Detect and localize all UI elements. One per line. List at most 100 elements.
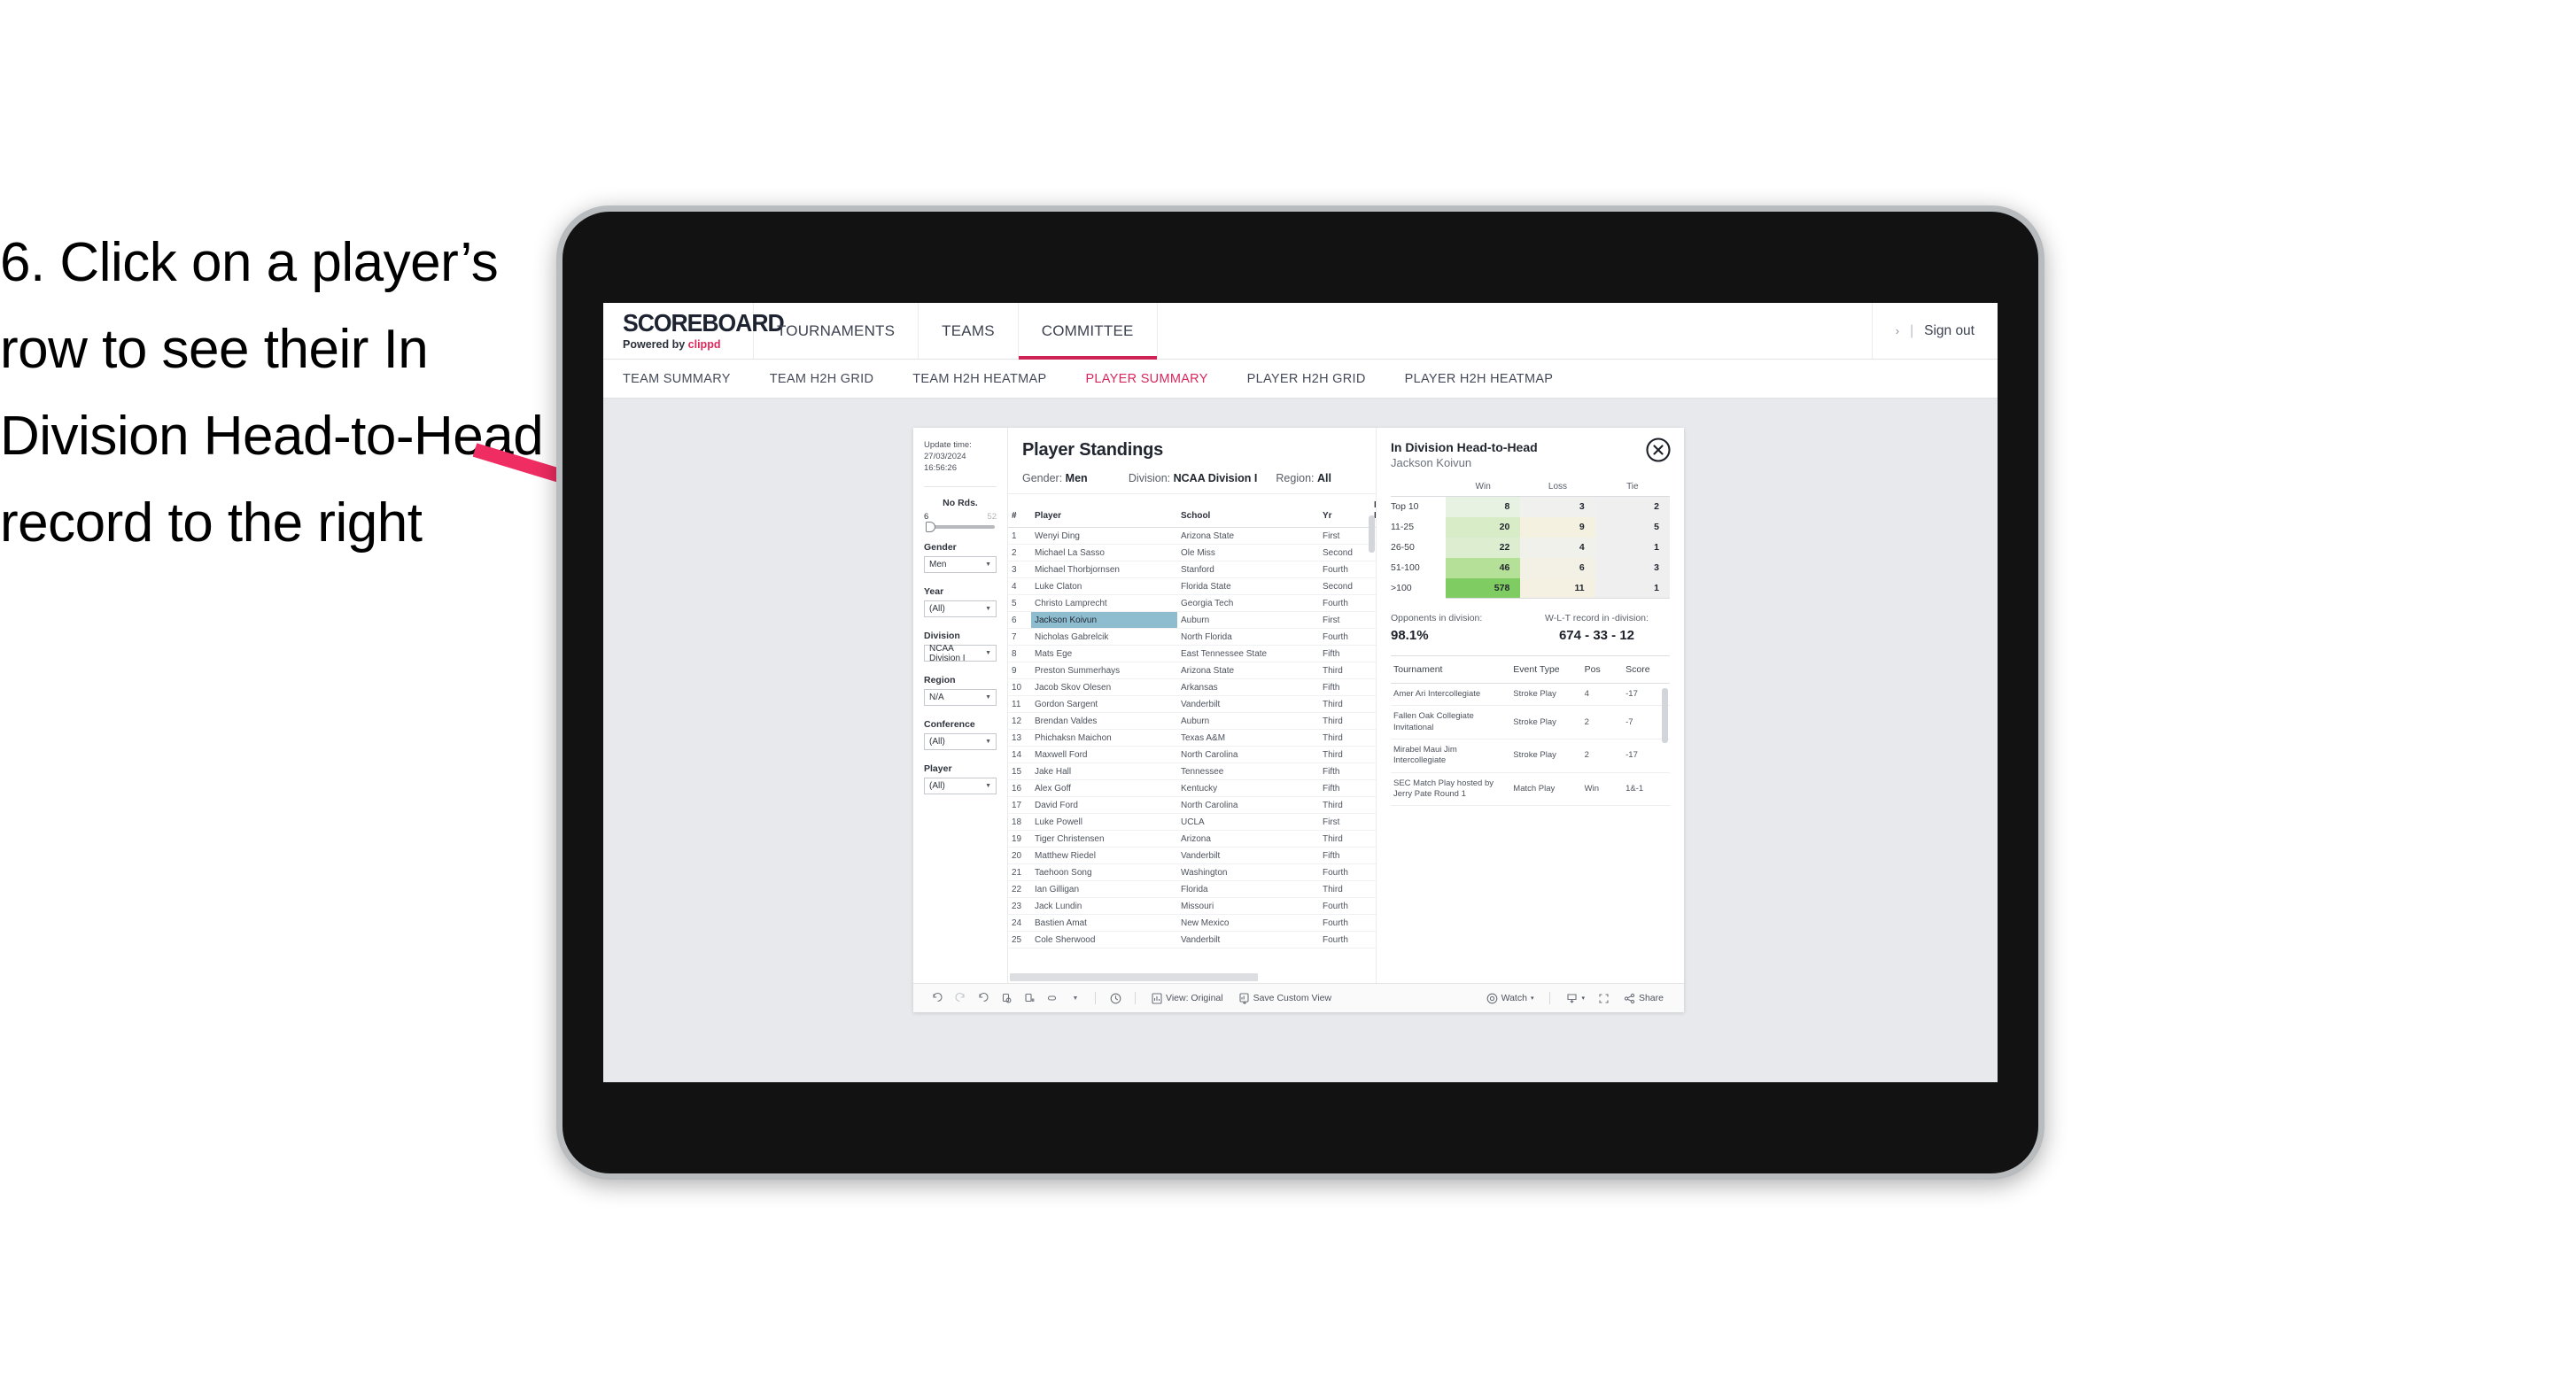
table-row[interactable]: 22Ian GilliganFloridaThird-10241 [1008, 880, 1376, 898]
fullscreen-icon[interactable] [1593, 988, 1616, 1008]
school-cell: Vanderbilt [1177, 847, 1319, 864]
tab-team-h2h-grid[interactable]: TEAM H2H GRID [770, 372, 897, 386]
highlight-icon[interactable] [1041, 988, 1064, 1008]
player-label: Player [924, 763, 952, 775]
table-row[interactable]: 5Christo LamprechtGeorgia TechFourth-221… [1008, 594, 1376, 612]
view-original-label: View: Original [1166, 993, 1223, 1003]
division-select[interactable]: NCAA Division I ▼ [924, 643, 997, 663]
year-select[interactable]: (All) ▼ [924, 600, 997, 618]
chevron-down-icon: ▼ [985, 694, 991, 701]
chevron-down-icon[interactable]: ▼ [1064, 988, 1087, 1008]
sign-out-link[interactable]: Sign out [1924, 323, 1975, 339]
nav-item-teams[interactable]: TEAMS [919, 303, 1019, 359]
tab-team-summary[interactable]: TEAM SUMMARY [623, 372, 754, 386]
h2h-table-body: Top 10 8 3 2 11-25 20 9 5 26-50 22 4 1 51-100 46 6 3 >10… [1391, 496, 1670, 599]
h2h-col-win: Win [1446, 482, 1521, 497]
h2h-bucket-label: 11-25 [1391, 516, 1446, 538]
table-row[interactable]: 8Mats EgeEast Tennessee StateFifth-1242 [1008, 645, 1376, 662]
dashboard-workspace: Update time: 27/03/2024 16:56:26 No Rds.… [603, 399, 1998, 1082]
table-row[interactable]: 20Matthew RiedelVanderbiltFifth-9230 [1008, 847, 1376, 864]
pause-updates-icon[interactable] [1018, 988, 1041, 1008]
school-cell: Arizona [1177, 830, 1319, 848]
school-cell: Ole Miss [1177, 544, 1319, 561]
table-row[interactable]: 15Jake HallTennesseeFifth-7180 [1008, 763, 1376, 780]
tablet-bezel: SCOREBOARD Powered by clippd TOURNAMENTS… [601, 245, 2000, 1140]
opponents-value: 98.1% [1391, 628, 1429, 643]
summary-region-value: All [1316, 472, 1331, 484]
table-row[interactable]: 19Tiger ChristensenArizonaThird-5232 [1008, 830, 1376, 848]
table-row[interactable]: 7Nicholas GabrelcikNorth FloridaFourth-1… [1008, 628, 1376, 646]
tournament-row[interactable]: SEC Match Play hosted by Jerry Pate Roun… [1391, 772, 1670, 807]
region-select[interactable]: N/A ▼ [924, 689, 997, 707]
score-cell: -17 [1623, 739, 1670, 773]
table-row[interactable]: 4Luke ClatonFlorida StateSecond-1272 [1008, 577, 1376, 595]
table-row[interactable]: 3Michael ThorbjornsenStanfordFourth-291 [1008, 561, 1376, 578]
col-player[interactable]: Player [1031, 494, 1177, 528]
table-row[interactable]: 16Alex GoffKentuckyFifth-8190 [1008, 779, 1376, 797]
no-rounds-slider-handle[interactable] [926, 522, 935, 533]
table-row[interactable]: 14Maxwell FordNorth CarolinaThird-3230 [1008, 746, 1376, 763]
table-row[interactable]: 10Jacob Skov OlesenArkansasFifth-3230 [1008, 678, 1376, 696]
summary-division-value: NCAA Division I [1173, 472, 1258, 484]
refresh-data-icon[interactable] [995, 988, 1018, 1008]
table-row[interactable]: 12Brendan ValdesAuburnThird-5270 [1008, 712, 1376, 730]
nav-item-tournaments[interactable]: TOURNAMENTS [754, 303, 919, 359]
rank-cell: 20 [1008, 847, 1031, 864]
tab-player-h2h-grid[interactable]: PLAYER H2H GRID [1247, 372, 1389, 386]
table-row[interactable]: 1Wenyi DingArizona StateFirst-1151 [1008, 527, 1376, 545]
col-year[interactable]: Yr [1319, 494, 1370, 528]
save-custom-view-button[interactable]: Save Custom View [1231, 992, 1340, 1004]
table-row[interactable]: 23Jack LundinMissouriFourth-11240 [1008, 897, 1376, 915]
h2h-bucket-label: >100 [1391, 577, 1446, 599]
download-button[interactable]: ▾ [1558, 993, 1593, 1004]
conference-select[interactable]: (All) ▼ [924, 733, 997, 751]
tournament-row[interactable]: Amer Ari Intercollegiate Stroke Play 4 -17 [1391, 683, 1670, 707]
standings-vertical-scrollbar[interactable] [1369, 515, 1375, 553]
tab-player-summary[interactable]: PLAYER SUMMARY [1085, 372, 1230, 386]
clock-icon[interactable] [1104, 988, 1127, 1008]
opponents-label: Opponents in division: [1391, 613, 1483, 623]
redo-icon[interactable] [949, 988, 972, 1008]
rank-cell: 2 [1008, 544, 1031, 561]
player-name-cell: Luke Powell [1031, 813, 1177, 831]
undo-icon[interactable] [926, 988, 949, 1008]
year-cell: Second [1319, 577, 1370, 595]
tournament-row[interactable]: Fallen Oak Collegiate Invitational Stroke… [1391, 705, 1670, 740]
player-name-cell: Jack Lundin [1031, 897, 1177, 915]
chevron-down-icon: ▾ [1581, 995, 1585, 1002]
revert-icon[interactable] [972, 988, 995, 1008]
tab-team-h2h-heatmap[interactable]: TEAM H2H HEATMAP [912, 372, 1069, 386]
player-select[interactable]: (All) ▼ [924, 778, 997, 795]
table-row[interactable]: 11Gordon SargentVanderbiltThird-4210 [1008, 695, 1376, 713]
watch-button[interactable]: Watch ▾ [1478, 993, 1542, 1004]
table-row[interactable]: 13Phichaksn MaichonTexas A&MThird-6301 [1008, 729, 1376, 747]
share-button[interactable]: Share [1616, 993, 1672, 1004]
tournament-scrollbar[interactable] [1662, 688, 1668, 743]
year-cell: Fourth [1319, 561, 1370, 578]
table-row[interactable]: 9Preston SummerhaysArizona StateThird-32… [1008, 662, 1376, 679]
col-school[interactable]: School [1177, 494, 1319, 528]
table-row[interactable]: 25Cole SherwoodVanderbiltFourth-12231 [1008, 931, 1376, 949]
year-cell: Fourth [1319, 594, 1370, 612]
gender-select[interactable]: Men ▼ [924, 556, 997, 574]
table-row[interactable]: 17David FordNorth CarolinaThird-4211 [1008, 796, 1376, 814]
nav-item-committee[interactable]: COMMITTEE [1018, 303, 1158, 360]
tournament-list-container[interactable]: Tournament Event Type Pos Score Amer Ari… [1391, 656, 1670, 983]
table-row[interactable]: 6Jackson KoivunAuburnFirst-2271 [1008, 611, 1376, 629]
standings-table-container[interactable]: # Player School Yr Reg Rank Conf Rank No… [1008, 493, 1376, 983]
tournament-row[interactable]: Mirabel Maui Jim Intercollegiate Stroke P… [1391, 739, 1670, 773]
no-rounds-slider[interactable] [926, 522, 995, 533]
table-row[interactable]: 2Michael La SassoOle MissSecond-1180 [1008, 544, 1376, 561]
division-value: NCAA Division I [929, 643, 966, 663]
col-rank[interactable]: # [1008, 494, 1031, 528]
tab-player-h2h-heatmap[interactable]: PLAYER H2H HEATMAP [1405, 372, 1577, 386]
school-cell: Kentucky [1177, 779, 1319, 797]
standings-horizontal-scrollbar[interactable] [1010, 973, 1258, 981]
table-row[interactable]: 18Luke PowellUCLAFirst-4241 [1008, 813, 1376, 831]
view-original-button[interactable]: View: Original [1144, 992, 1231, 1004]
nav-spacer [1158, 303, 1873, 359]
close-circle-icon[interactable] [1645, 437, 1672, 463]
table-row[interactable]: 21Taehoon SongWashingtonFourth-6231 [1008, 863, 1376, 881]
table-row[interactable]: 24Bastien AmatNew MexicoFourth-1272 [1008, 914, 1376, 932]
standings-table: # Player School Yr Reg Rank Conf Rank No… [1008, 494, 1376, 949]
